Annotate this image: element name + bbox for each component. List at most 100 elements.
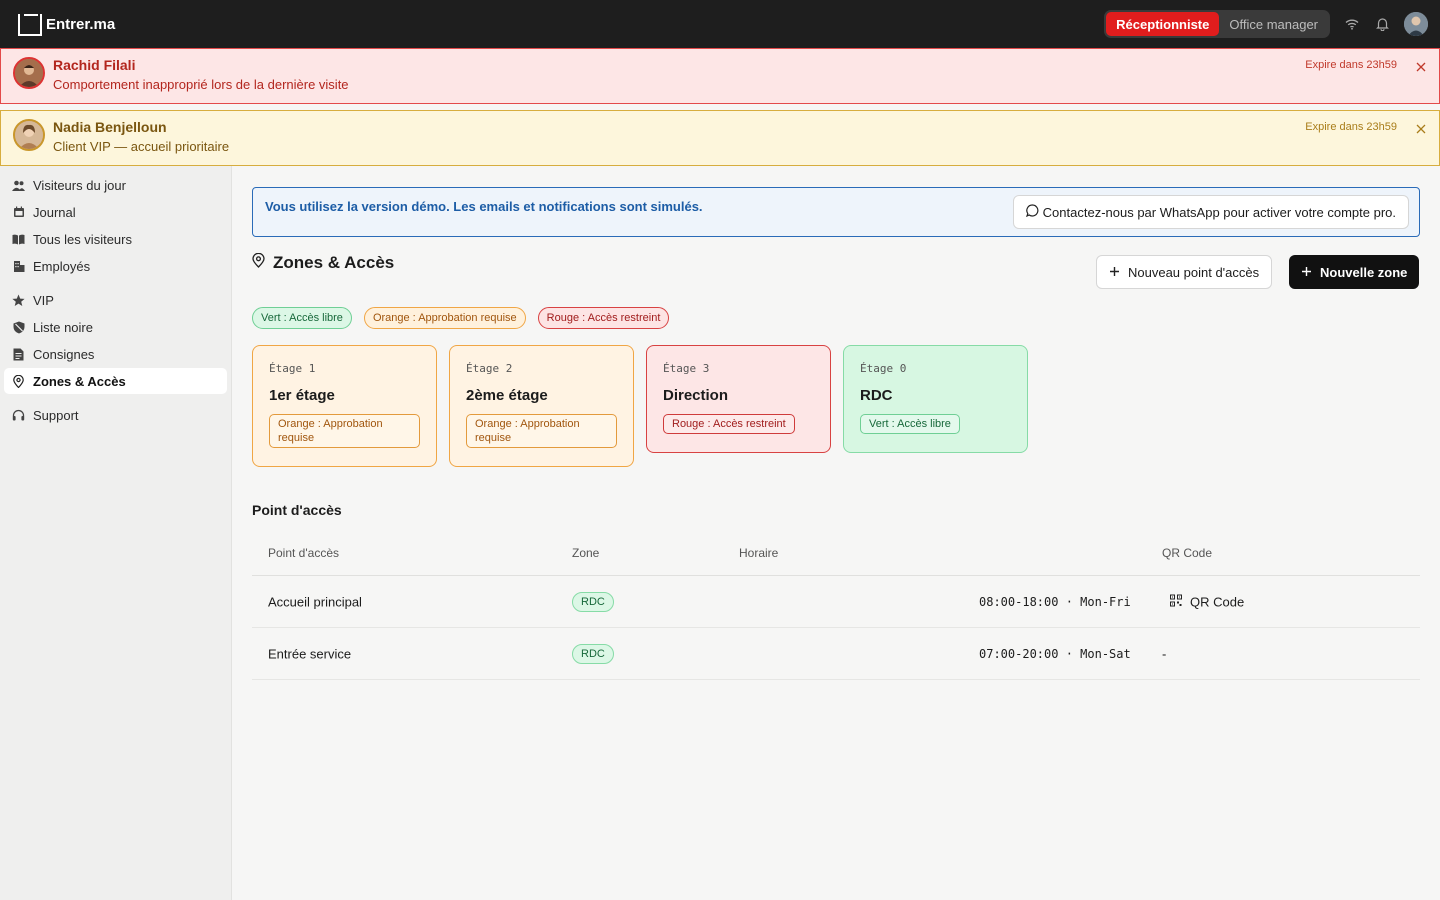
role-office-manager-button[interactable]: Office manager	[1219, 12, 1328, 36]
sidebar-item-liste-noire[interactable]: Liste noire	[4, 314, 227, 340]
sidebar-item-journal[interactable]: Journal	[4, 199, 227, 225]
users-icon	[12, 179, 25, 192]
alert-message: Comportement inapproprié lors de la dern…	[53, 77, 349, 92]
zone-card[interactable]: Étage 0 RDC Vert : Accès libre	[843, 345, 1028, 453]
sidebar-item-employes[interactable]: Employés	[4, 253, 227, 279]
sidebar-item-label: Employés	[33, 258, 91, 274]
zone-card[interactable]: Étage 1 1er étage Orange : Approbation r…	[252, 345, 437, 467]
table-row[interactable]: Accueil principal RDC 08:00-18:00 · Mon-…	[252, 576, 1420, 628]
zone-name: 1er étage	[269, 387, 335, 404]
alert-name: Nadia Benjelloun	[53, 119, 167, 135]
schedule: 08:00-18:00 · Mon-Fri	[979, 594, 1131, 609]
zone-access-tag: Orange : Approbation requise	[269, 414, 420, 448]
new-access-point-button[interactable]: Nouveau point d'accès	[1096, 255, 1273, 289]
sidebar-item-tous-les-visiteurs[interactable]: Tous les visiteurs	[4, 226, 227, 252]
zone-floor: Étage 1	[269, 362, 316, 375]
alert-banner-vip: Nadia Benjelloun Client VIP — accueil pr…	[0, 110, 1440, 166]
zone-access-tag: Orange : Approbation requise	[466, 414, 617, 448]
access-legend: Vert : Accès libre Orange : Approbation …	[252, 307, 670, 329]
zone-name: 2ème étage	[466, 387, 548, 404]
role-switcher: Réceptionniste Office manager	[1104, 10, 1330, 38]
book-icon	[12, 233, 25, 246]
zone-access-tag: Rouge : Accès restreint	[663, 414, 795, 434]
demo-banner-text: Vous utilisez la version démo. Les email…	[265, 199, 703, 214]
qr-code-label: QR Code	[1190, 594, 1245, 609]
sidebar-item-support[interactable]: Support	[4, 402, 227, 428]
chat-bubble-icon	[1025, 204, 1039, 220]
legend-red: Rouge : Accès restreint	[537, 307, 670, 329]
shield-icon	[12, 321, 25, 334]
alert-name: Rachid Filali	[53, 57, 136, 73]
alert-banner-blacklist: Rachid Filali Comportement inapproprié l…	[0, 48, 1440, 104]
user-avatar[interactable]	[1404, 12, 1428, 36]
alert-message: Client VIP — accueil prioritaire	[53, 139, 230, 154]
role-receptionist-button[interactable]: Réceptionniste	[1106, 12, 1220, 36]
zone-card[interactable]: Étage 3 Direction Rouge : Accès restrein…	[646, 345, 831, 453]
zone-badge: RDC	[572, 591, 614, 612]
sidebar-item-vip[interactable]: VIP	[4, 287, 227, 313]
new-zone-label: Nouvelle zone	[1320, 264, 1408, 280]
whatsapp-contact-button[interactable]: Contactez-nous par WhatsApp pour activer…	[1012, 195, 1409, 229]
document-icon	[12, 348, 25, 361]
sidebar-item-consignes[interactable]: Consignes	[4, 341, 227, 367]
location-pin-icon	[252, 252, 265, 273]
table-header: Point d'accès Zone Horaire QR Code	[252, 530, 1420, 576]
sidebar-item-zones-acces[interactable]: Zones & Accès	[4, 368, 227, 394]
schedule: 07:00-20:00 · Mon-Sat	[979, 646, 1131, 661]
building-icon	[12, 260, 25, 273]
plus-icon	[1109, 265, 1120, 280]
demo-banner: Vous utilisez la version démo. Les email…	[252, 187, 1420, 237]
alert-expiry: Expire dans 23h59	[1305, 121, 1397, 133]
legend-orange: Orange : Approbation requise	[363, 307, 526, 329]
column-header: Point d'accès	[268, 545, 339, 560]
column-header: Zone	[572, 545, 600, 560]
plus-icon	[1301, 265, 1312, 280]
sidebar-item-label: Zones & Accès	[33, 373, 126, 389]
sidebar-item-label: Consignes	[33, 346, 95, 362]
sidebar-item-label: Support	[33, 407, 79, 423]
zone-floor: Étage 2	[466, 362, 513, 375]
sidebar-item-label: Journal	[33, 204, 76, 220]
zone-floor: Étage 0	[860, 362, 907, 375]
access-points-table: Point d'accès Zone Horaire QR Code Accue…	[252, 530, 1420, 680]
sidebar-item-label: Liste noire	[33, 319, 93, 335]
headset-icon	[12, 409, 25, 422]
zone-badge: RDC	[572, 643, 614, 664]
top-bar: Entrer.ma Réceptionniste Office manager	[0, 0, 1440, 48]
qr-code-link[interactable]: QR Code	[1170, 594, 1244, 609]
alert-avatar	[13, 119, 45, 151]
logo-icon	[18, 14, 42, 36]
app-logo[interactable]: Entrer.ma	[18, 14, 116, 36]
app-name: Entrer.ma	[46, 15, 116, 33]
whatsapp-contact-label: Contactez-nous par WhatsApp pour activer…	[1042, 204, 1396, 220]
legend-green: Vert : Accès libre	[252, 307, 352, 329]
zone-card[interactable]: Étage 2 2ème étage Orange : Approbation …	[449, 345, 634, 467]
access-point-name: Accueil principal	[268, 594, 362, 609]
calendar-icon	[12, 206, 25, 219]
zone-name: RDC	[860, 387, 893, 404]
qr-code-icon	[1170, 594, 1182, 609]
sidebar-item-label: Tous les visiteurs	[33, 231, 132, 247]
close-icon[interactable]	[1415, 122, 1427, 134]
page-title: Zones & Accès	[273, 253, 395, 272]
zone-floor: Étage 3	[663, 362, 710, 375]
qr-code-empty: -	[1162, 646, 1167, 661]
zone-cards: Étage 1 1er étage Orange : Approbation r…	[252, 345, 1028, 467]
alert-avatar	[13, 57, 45, 89]
new-zone-button[interactable]: Nouvelle zone	[1289, 255, 1420, 289]
sidebar-item-visiteurs-du-jour[interactable]: Visiteurs du jour	[4, 172, 227, 198]
sidebar-item-label: VIP	[33, 292, 54, 308]
column-header: Horaire	[739, 545, 779, 560]
bell-icon[interactable]	[1374, 16, 1390, 32]
table-row[interactable]: Entrée service RDC 07:00-20:00 · Mon-Sat…	[252, 628, 1420, 680]
sidebar: Visiteurs du jour Journal Tous les visit…	[0, 166, 232, 900]
zone-name: Direction	[663, 387, 729, 404]
access-point-name: Entrée service	[268, 646, 352, 661]
column-header: QR Code	[1162, 545, 1213, 560]
close-icon[interactable]	[1415, 60, 1427, 72]
zone-access-tag: Vert : Accès libre	[860, 414, 960, 434]
alert-expiry: Expire dans 23h59	[1305, 59, 1397, 71]
new-access-point-label: Nouveau point d'accès	[1128, 264, 1260, 280]
wifi-icon[interactable]	[1344, 16, 1360, 32]
access-points-title: Point d'accès	[252, 502, 342, 518]
